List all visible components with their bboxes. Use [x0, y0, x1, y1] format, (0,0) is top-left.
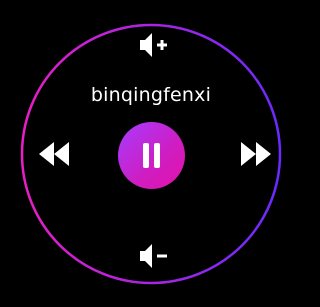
- rewind-icon: [39, 142, 69, 166]
- pause-icon: [143, 143, 160, 168]
- fast-forward-icon: [241, 142, 271, 166]
- play-pause-button[interactable]: [118, 122, 185, 189]
- volume-down-button[interactable]: [136, 242, 169, 270]
- volume-up-button[interactable]: [136, 31, 169, 59]
- volume-up-icon: [140, 33, 167, 57]
- music-player-watch-face: binqingfenxi: [0, 0, 302, 307]
- previous-track-button[interactable]: [37, 139, 73, 169]
- volume-down-icon: [140, 244, 167, 268]
- next-track-button[interactable]: [237, 139, 273, 169]
- track-title: binqingfenxi: [90, 84, 212, 106]
